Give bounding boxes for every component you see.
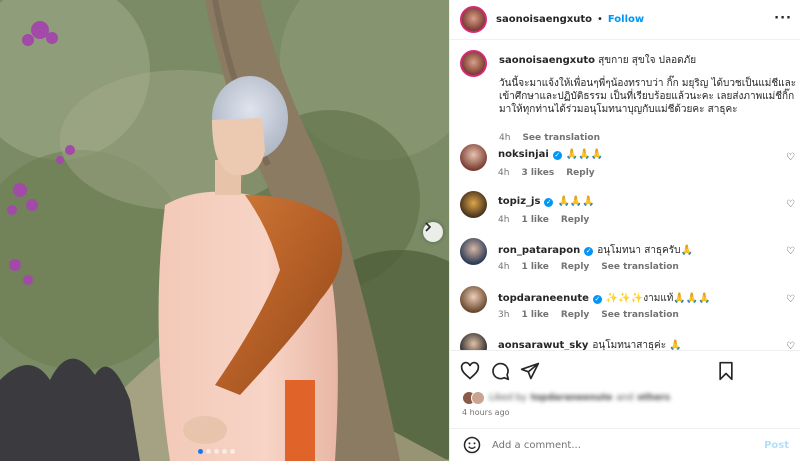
comment-item: noksinjai ✓ 🙏🙏🙏 4h 3 likes Reply ♡ <box>460 144 795 190</box>
comment-likes[interactable]: 3 likes <box>521 168 554 178</box>
comment-meta: 4h 1 like Reply See translation <box>498 262 679 272</box>
comment-text: ✨✨✨งามแท้🙏🙏🙏 <box>605 293 711 304</box>
caption-headline-row: saonoisaengxuto สุขกาย สุขใจ ปลอดภัย <box>499 54 799 67</box>
post-sidebar: saonoisaengxuto • Follow ··· saonoisaeng… <box>449 0 800 461</box>
caption-time: 4h <box>499 133 511 143</box>
comment-item: aonsarawut_sky อนุโมทนาสาธุค่ะ 🙏 ♡ <box>460 333 795 350</box>
verified-badge-icon: ✓ <box>592 295 602 304</box>
action-bar <box>450 350 800 390</box>
carousel-dot <box>214 449 219 454</box>
heart-icon[interactable] <box>460 361 480 381</box>
comment-item: topdaraneenute ✓ ✨✨✨งามแท้🙏🙏🙏 3h 1 like Re… <box>460 286 795 332</box>
author-username[interactable]: saonoisaengxuto <box>496 14 592 25</box>
comment-text: 🙏🙏🙏 <box>565 149 604 160</box>
liked-by-others[interactable]: others <box>637 393 670 403</box>
commenter-username[interactable]: ron_patarapon <box>498 245 580 256</box>
commenter-avatar[interactable] <box>460 286 487 313</box>
caption-headline: สุขกาย สุขใจ ปลอดภัย <box>598 55 697 66</box>
reply-button[interactable]: Reply <box>566 168 594 178</box>
commenter-avatar[interactable] <box>460 238 487 265</box>
send-icon[interactable] <box>520 361 540 381</box>
post-timestamp[interactable]: 4 hours ago <box>462 408 510 417</box>
comment-like-heart-icon[interactable]: ♡ <box>786 294 795 305</box>
post-comment-button[interactable]: Post <box>764 440 789 451</box>
comment-time: 4h <box>498 168 510 178</box>
caption-meta: 4h See translation <box>499 133 600 143</box>
carousel-dot <box>198 449 203 454</box>
commenter-username[interactable]: topdaraneenute <box>498 293 589 304</box>
emoji-icon[interactable] <box>462 435 482 455</box>
see-translation-link[interactable]: See translation <box>601 310 679 320</box>
liked-by-user[interactable]: topdaraneenute <box>531 393 613 403</box>
commenter-username[interactable]: aonsarawut_sky <box>498 340 588 350</box>
comment-like-heart-icon[interactable]: ♡ <box>786 152 795 163</box>
caption-username[interactable]: saonoisaengxuto <box>499 55 595 66</box>
caption-body: วันนี้จะมาแจ้งให้เพื่อนๆพี่ๆน้องทราบว่า … <box>499 78 797 115</box>
post-header: saonoisaengxuto • Follow ··· <box>450 0 800 40</box>
commenter-username[interactable]: topiz_js <box>498 196 540 207</box>
comment-item: ron_patarapon ✓ อนุโมทนา สาธุครับ🙏 4h 1 li… <box>460 238 795 284</box>
liker-avatar <box>471 391 485 405</box>
verified-badge-icon: ✓ <box>584 247 594 256</box>
commenter-username[interactable]: noksinjai <box>498 149 549 160</box>
liked-by-connector: and <box>616 393 634 403</box>
commenter-avatar[interactable] <box>460 144 487 171</box>
comment-text-row: topiz_js ✓ 🙏🙏🙏 <box>498 196 595 207</box>
follow-button[interactable]: Follow <box>608 14 644 25</box>
add-comment-bar: Post <box>450 428 800 461</box>
comment-like-heart-icon[interactable]: ♡ <box>786 199 795 210</box>
comment-like-heart-icon[interactable]: ♡ <box>786 341 795 350</box>
commenter-avatar[interactable] <box>460 191 487 218</box>
more-horizontal-icon[interactable]: ··· <box>774 11 792 26</box>
comment-like-heart-icon[interactable]: ♡ <box>786 246 795 257</box>
verified-badge-icon: ✓ <box>544 198 554 207</box>
verified-badge-icon: ✓ <box>552 151 562 160</box>
comments-list[interactable]: saonoisaengxuto สุขกาย สุขใจ ปลอดภัย วัน… <box>450 40 800 350</box>
comment-text-row: ron_patarapon ✓ อนุโมทนา สาธุครับ🙏 <box>498 243 693 258</box>
reply-button[interactable]: Reply <box>561 310 589 320</box>
comment-meta: 4h 1 like Reply <box>498 215 589 225</box>
post-photo[interactable] <box>0 0 449 461</box>
comment-text: อนุโมทนาสาธุค่ะ 🙏 <box>592 340 682 350</box>
add-comment-input[interactable] <box>492 439 762 451</box>
liked-by-row[interactable]: Liked by topdaraneenute and others <box>462 391 670 405</box>
comment-meta: 4h 3 likes Reply <box>498 168 595 178</box>
comment-time: 3h <box>498 310 510 320</box>
comment-time: 4h <box>498 262 510 272</box>
comment-text: อนุโมทนา สาธุครับ🙏 <box>597 245 693 256</box>
separator-dot: • <box>596 14 603 25</box>
bookmark-icon[interactable] <box>716 361 736 381</box>
chevron-right-icon <box>425 222 432 232</box>
see-translation-link[interactable]: See translation <box>522 133 600 143</box>
comment-item: topiz_js ✓ 🙏🙏🙏 4h 1 like Reply ♡ <box>460 191 795 237</box>
comment-text-row: noksinjai ✓ 🙏🙏🙏 <box>498 149 603 160</box>
comment-text-row: topdaraneenute ✓ ✨✨✨งามแท้🙏🙏🙏 <box>498 291 711 306</box>
comment-icon[interactable] <box>490 361 510 381</box>
comment-text: 🙏🙏🙏 <box>557 196 595 207</box>
comment-time: 4h <box>498 215 510 225</box>
carousel-dot <box>230 449 235 454</box>
reply-button[interactable]: Reply <box>561 215 589 225</box>
carousel-indicator <box>198 449 235 454</box>
comment-meta: 3h 1 like Reply See translation <box>498 310 679 320</box>
liked-by-prefix: Liked by <box>489 393 527 403</box>
caption-avatar[interactable] <box>460 50 487 77</box>
photo-illustration <box>0 0 449 461</box>
see-translation-link[interactable]: See translation <box>601 262 679 272</box>
author-avatar[interactable] <box>460 6 487 33</box>
comment-likes[interactable]: 1 like <box>521 215 548 225</box>
carousel-dot <box>206 449 211 454</box>
carousel-dot <box>222 449 227 454</box>
comment-text-row: aonsarawut_sky อนุโมทนาสาธุค่ะ 🙏 <box>498 338 682 350</box>
carousel-next-button[interactable] <box>423 222 443 242</box>
commenter-avatar[interactable] <box>460 333 487 350</box>
reply-button[interactable]: Reply <box>561 262 589 272</box>
comment-likes[interactable]: 1 like <box>521 310 548 320</box>
comment-likes[interactable]: 1 like <box>521 262 548 272</box>
